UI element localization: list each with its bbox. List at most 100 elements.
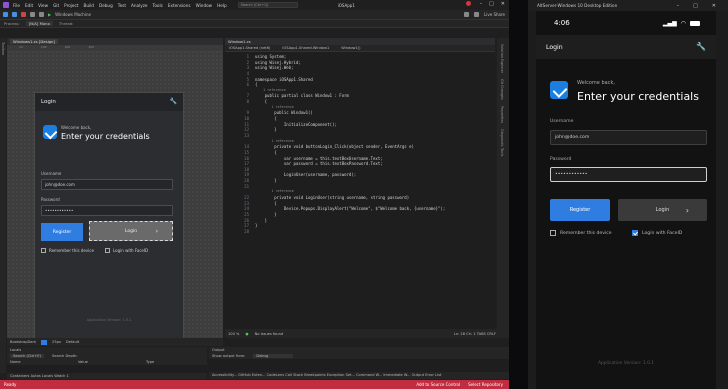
forward-icon[interactable] [12, 12, 17, 17]
zoom-level[interactable]: 100 % [228, 332, 239, 336]
emulator-title: AltServer-Windows 10 Desktop Edition [537, 3, 618, 8]
username-label: Username [550, 119, 574, 124]
menu-edit[interactable]: Edit [25, 3, 33, 8]
project-name: iOSApp1 [337, 2, 355, 8]
password-field[interactable]: •••••••••••• [41, 205, 173, 216]
faceid-checkbox[interactable]: Login with FaceID [632, 230, 682, 236]
code-text[interactable]: Device.Popups.DisplayAlert("Welcome", $"… [255, 206, 445, 212]
designer-tab-bar: Windows1.cs [Design] [7, 38, 223, 45]
menu-extensions[interactable]: Extensions [168, 3, 191, 8]
locals-panel: Locals Search (Ctrl+E) Search Depth: Nam… [7, 347, 207, 379]
git-changes-tab[interactable]: Git Changes [500, 79, 504, 100]
add-source-control-button[interactable]: Add to Source Control [416, 382, 460, 387]
nav-project-select[interactable]: iOSApp1.Shared (net6) [229, 46, 270, 50]
share-icon[interactable] [474, 12, 480, 17]
menu-project[interactable]: Project [64, 3, 78, 8]
signal-icon: ▂▄▆ [662, 19, 677, 27]
menu-window[interactable]: Window [196, 3, 213, 8]
code-text[interactable]: var password = this.textBoxPassword.Text… [255, 161, 383, 167]
size-select[interactable]: 25px [52, 340, 61, 344]
menu-view[interactable]: View [38, 3, 48, 8]
register-button[interactable]: Register [41, 223, 83, 241]
emulator-window-controls: – □ ✕ [677, 3, 728, 9]
emulator-title-bar: AltServer-Windows 10 Desktop Edition – □… [528, 0, 728, 11]
username-field[interactable]: john@doe.com [550, 130, 707, 145]
solution-explorer-tab[interactable]: Solution Explorer [500, 44, 504, 73]
toolbar: ▶ Windows Machine Live Share [0, 10, 509, 20]
remember-checkbox[interactable]: Remember this device [41, 248, 94, 253]
status-icons: ▂▄▆ ◠ [663, 20, 716, 27]
password-field[interactable]: •••••••••••• [550, 167, 707, 182]
code-text[interactable]: namespace iOSApp1.Shared [255, 77, 313, 83]
output-tabs[interactable]: Accessibility... GitHub Exten... CodeLen… [209, 372, 509, 378]
code-text[interactable]: using Wisej.Web; [255, 65, 294, 71]
password-label: Password [550, 157, 572, 162]
minimize-icon[interactable]: – [480, 1, 483, 7]
login-button[interactable]: Login › [618, 199, 707, 221]
maximize-icon[interactable]: □ [489, 1, 494, 7]
code-text[interactable]: } [255, 127, 276, 133]
issues-status[interactable]: No issues found [255, 332, 284, 336]
chevron-right-icon: › [155, 227, 158, 235]
wrench-icon[interactable]: 🔧 [696, 42, 706, 51]
login-form-designer[interactable]: Login 🔧 Welcome back, Enter your credent… [35, 93, 183, 339]
remember-checkbox[interactable]: Remember this device [550, 230, 612, 236]
layout-icon[interactable] [464, 12, 470, 17]
maximize-icon[interactable]: □ [693, 3, 698, 9]
device-select[interactable]: Default [66, 340, 79, 344]
locals-search-input[interactable]: Search (Ctrl+E) [10, 354, 44, 358]
login-button[interactable]: Login › [89, 221, 173, 241]
menu-tools[interactable]: Tools [153, 3, 163, 8]
designer-tab[interactable]: Windows1.cs [Design] [10, 39, 58, 44]
line-number: 28 [244, 228, 249, 234]
locals-tabs[interactable]: Containers Autos Locals Watch 1 [7, 373, 207, 379]
menu-help[interactable]: Help [217, 3, 227, 8]
diagnostic-tools-tab[interactable]: Diagnostic Tools [500, 129, 504, 156]
code-text[interactable]: private void buttonLogin_Click(object se… [255, 144, 414, 150]
phone-header: Login 🔧 [536, 35, 716, 59]
editor-tab[interactable]: Window1.cs [228, 39, 251, 44]
version-label: Application Version: 1.0.1 [86, 318, 132, 322]
run-icon[interactable]: ▶ [48, 12, 51, 17]
select-repository-button[interactable]: Select Repository [468, 382, 503, 387]
theme-select[interactable]: BootstrapDark [10, 340, 36, 344]
form-header: Login 🔧 [35, 93, 183, 111]
minimize-icon[interactable]: – [677, 3, 680, 9]
undo-icon[interactable] [39, 12, 44, 17]
live-share-button[interactable]: Live Share [484, 12, 505, 17]
close-icon[interactable]: ✕ [501, 1, 505, 7]
properties-tab[interactable]: Properties [500, 106, 504, 123]
output-source-select[interactable]: Debug [253, 354, 294, 358]
code-line[interactable]: 28 [225, 229, 495, 235]
save-icon[interactable] [30, 12, 35, 17]
username-field[interactable]: john@doe.com [41, 179, 173, 190]
process-select[interactable]: [N/A] Mono [25, 21, 53, 26]
notification-badge[interactable] [465, 1, 471, 6]
menu-test[interactable]: Test [118, 3, 126, 8]
wrench-icon[interactable]: 🔧 [170, 98, 177, 105]
code-text[interactable]: } [255, 223, 257, 229]
search-box[interactable]: Search (Ctrl+Q) [237, 2, 298, 8]
register-button[interactable]: Register [550, 199, 610, 221]
menu-git[interactable]: Git [53, 3, 59, 8]
menu-debug[interactable]: Debug [99, 3, 113, 8]
back-icon[interactable] [3, 12, 8, 17]
code-text[interactable]: public partial class Window1 : Form [255, 93, 349, 99]
checkbox-icon [105, 248, 110, 253]
close-icon[interactable]: ✕ [712, 3, 716, 9]
code-editor[interactable]: Window1.cs iOSApp1.Shared (net6) iOSApp1… [225, 38, 495, 338]
run-target[interactable]: Windows Machine [55, 12, 91, 17]
menu-analyze[interactable]: Analyze [131, 3, 148, 8]
menu-build[interactable]: Build [83, 3, 94, 8]
nav-class-select[interactable]: iOSApp1.Shared.Window1 [282, 46, 329, 50]
code-lines[interactable]: 1 using System; 2 using Wisej.Hybrid; 3 using… [225, 54, 495, 235]
menu-file[interactable]: File [13, 3, 20, 8]
layout-icon[interactable] [41, 339, 48, 345]
code-text[interactable]: } [255, 178, 276, 184]
toolbox-strip: Toolbox [0, 38, 6, 373]
code-text[interactable]: private void LoginUser(string username, … [255, 195, 409, 201]
nav-member-select[interactable]: Window1() [341, 46, 360, 50]
toolbox-tab[interactable]: Toolbox [0, 42, 5, 55]
faceid-checkbox[interactable]: Login with FaceID [105, 248, 148, 253]
new-item-icon[interactable] [21, 12, 26, 17]
